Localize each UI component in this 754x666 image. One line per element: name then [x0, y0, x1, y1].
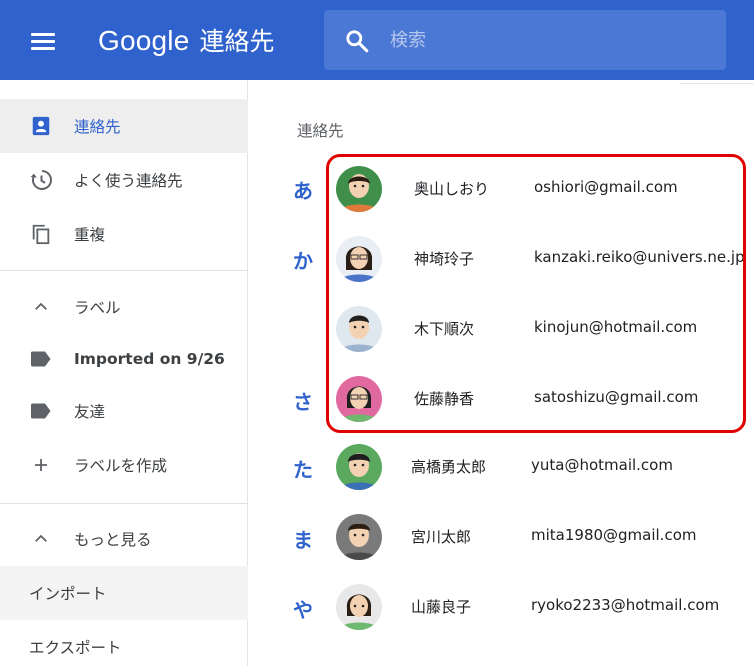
label-icon — [28, 398, 54, 424]
copy-icon — [28, 221, 54, 247]
contact-name: 木下順次 — [414, 320, 475, 338]
avatar — [336, 306, 382, 352]
avatar — [336, 514, 382, 560]
sidebar-item-contacts[interactable]: 連絡先 — [0, 99, 248, 153]
contact-row[interactable]: 佐藤静香 satoshizu@gmail.com — [330, 365, 754, 433]
contact-email: satoshizu@gmail.com — [534, 388, 699, 406]
contacts-icon — [28, 113, 54, 139]
contact-name: 神埼玲子 — [414, 250, 475, 268]
index-letter: さ — [293, 390, 313, 414]
sidebar-item-label: エクスポート — [29, 639, 122, 657]
sidebar-divider — [0, 270, 248, 271]
contact-name: 山藤良子 — [411, 598, 472, 616]
content-top-divider — [680, 83, 754, 84]
sidebar-item-label: ラベルを作成 — [74, 457, 168, 475]
app-header: Google 連絡先 — [0, 0, 754, 80]
contact-name: 佐藤静香 — [414, 390, 475, 408]
index-letter: た — [293, 458, 313, 482]
index-letter: ま — [293, 528, 313, 552]
avatar — [336, 166, 382, 212]
sidebar-item-label: Imported on 9/26 — [74, 350, 225, 368]
contact-email: yuta@hotmail.com — [531, 456, 673, 474]
contact-row[interactable]: 奥山しおり oshiori@gmail.com — [330, 155, 754, 223]
sidebar-divider — [0, 503, 248, 504]
sidebar-item-import[interactable]: インポート — [0, 566, 248, 620]
sidebar-item-label: ラベル — [74, 299, 121, 317]
search-input[interactable] — [390, 26, 710, 54]
contact-email: ryoko2233@hotmail.com — [531, 596, 720, 614]
label-icon — [28, 346, 54, 372]
avatar — [336, 236, 382, 282]
sidebar-more-toggle[interactable]: もっと見る — [0, 512, 248, 566]
contact-email: kanzaki.reiko@univers.ne.jp — [534, 248, 745, 266]
avatar — [336, 584, 382, 630]
sidebar-create-label[interactable]: ラベルを作成 — [0, 438, 248, 492]
sidebar-item-label: インポート — [29, 585, 107, 603]
sidebar-item-imported-label[interactable]: Imported on 9/26 — [0, 332, 248, 386]
sidebar-item-duplicates[interactable]: 重複 — [0, 207, 248, 261]
search-bar[interactable] — [324, 10, 726, 70]
contact-row[interactable]: 高橋勇太郎 yuta@hotmail.com — [330, 433, 754, 501]
contact-row[interactable]: 神埼玲子 kanzaki.reiko@univers.ne.jp — [330, 225, 754, 293]
app-logo[interactable]: Google 連絡先 — [98, 22, 275, 58]
sidebar-item-export[interactable]: エクスポート — [0, 620, 248, 666]
chevron-up-icon — [28, 526, 54, 552]
sidebar-labels-toggle[interactable]: ラベル — [0, 280, 248, 334]
avatar — [336, 444, 382, 490]
index-letter: あ — [293, 179, 313, 203]
avatar — [336, 376, 382, 422]
contact-name: 高橋勇太郎 — [411, 458, 487, 476]
sidebar-item-label: よく使う連絡先 — [74, 172, 183, 190]
sidebar: 連絡先 よく使う連絡先 重複 ラベル Imported on 9/26 友達 ラ… — [0, 80, 248, 666]
chevron-up-icon — [28, 294, 54, 320]
index-letter: か — [293, 249, 313, 273]
contact-email: oshiori@gmail.com — [534, 178, 678, 196]
history-icon — [28, 167, 54, 193]
index-letter: や — [293, 598, 313, 622]
menu-icon-bar — [31, 47, 55, 50]
main-menu-button[interactable] — [27, 26, 61, 54]
sidebar-item-friends-label[interactable]: 友達 — [0, 384, 248, 438]
menu-icon-bar — [31, 33, 55, 36]
section-title: 連絡先 — [297, 122, 344, 140]
contact-email: mita1980@gmail.com — [531, 526, 697, 544]
contact-row[interactable]: 木下順次 kinojun@hotmail.com — [330, 295, 754, 363]
plus-icon — [28, 452, 54, 478]
contact-name: 奥山しおり — [414, 180, 490, 198]
contact-row[interactable]: 宮川太郎 mita1980@gmail.com — [330, 503, 754, 571]
sidebar-item-label: もっと見る — [74, 531, 152, 549]
contact-row[interactable]: 山藤良子 ryoko2233@hotmail.com — [330, 573, 754, 641]
logo-product-text: 連絡先 — [199, 27, 275, 56]
sidebar-item-label: 友達 — [74, 403, 106, 421]
contact-email: kinojun@hotmail.com — [534, 318, 698, 336]
sidebar-item-label: 重複 — [74, 226, 106, 244]
contact-name: 宮川太郎 — [411, 528, 472, 546]
search-icon[interactable] — [344, 28, 370, 54]
sidebar-item-label: 連絡先 — [74, 118, 121, 136]
menu-icon-bar — [31, 40, 55, 43]
logo-google-text: Google — [98, 25, 190, 56]
sidebar-item-frequent[interactable]: よく使う連絡先 — [0, 153, 248, 207]
